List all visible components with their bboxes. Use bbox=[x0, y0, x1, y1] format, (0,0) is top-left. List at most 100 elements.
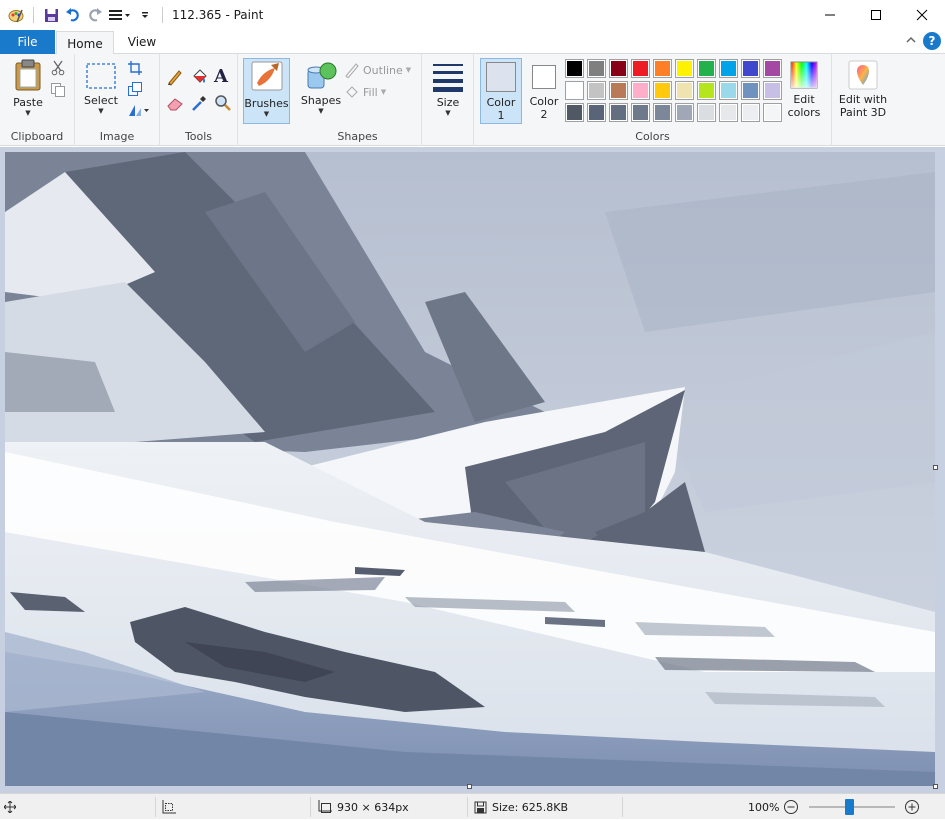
zoom-out-icon bbox=[784, 800, 798, 814]
copy-icon[interactable] bbox=[50, 82, 66, 101]
palette-swatch[interactable] bbox=[763, 103, 782, 122]
palette-swatch[interactable] bbox=[631, 59, 650, 78]
color-spectrum-icon bbox=[790, 61, 818, 89]
size-button[interactable]: Size ▼ bbox=[428, 62, 468, 117]
maximize-button[interactable] bbox=[853, 0, 899, 30]
palette-swatch[interactable] bbox=[609, 81, 628, 100]
help-icon[interactable]: ? bbox=[923, 32, 941, 50]
palette-swatch[interactable] bbox=[565, 103, 584, 122]
crop-icon[interactable] bbox=[127, 60, 143, 79]
palette-swatch[interactable] bbox=[653, 59, 672, 78]
resize-icon[interactable] bbox=[127, 81, 143, 100]
fill-button[interactable]: Fill ▼ bbox=[344, 84, 386, 100]
palette-swatch[interactable] bbox=[697, 59, 716, 78]
palette-swatch-fill bbox=[632, 60, 649, 77]
palette-swatch[interactable] bbox=[565, 81, 584, 100]
zoom-in-button[interactable] bbox=[904, 794, 920, 820]
magnifier-icon[interactable] bbox=[214, 94, 232, 115]
palette-swatch-fill bbox=[742, 82, 759, 99]
palette-swatch-fill bbox=[588, 82, 605, 99]
quick-access-toolbar bbox=[0, 0, 168, 30]
palette-swatch[interactable] bbox=[675, 81, 694, 100]
tab-file[interactable]: File bbox=[0, 30, 55, 54]
status-divider bbox=[310, 797, 311, 817]
tab-view[interactable]: View bbox=[116, 30, 168, 54]
palette-swatch-fill bbox=[566, 82, 583, 99]
color-picker-icon[interactable] bbox=[190, 94, 208, 115]
canvas-area bbox=[0, 147, 945, 793]
customize-icon[interactable] bbox=[107, 5, 133, 25]
palette-swatch[interactable] bbox=[631, 103, 650, 122]
zoom-slider-thumb[interactable] bbox=[845, 799, 854, 815]
brush-icon bbox=[251, 61, 282, 91]
status-divider bbox=[467, 797, 468, 817]
minimize-button[interactable] bbox=[807, 0, 853, 30]
resize-handle-corner[interactable] bbox=[933, 784, 938, 789]
palette-swatch[interactable] bbox=[587, 103, 606, 122]
eraser-icon[interactable] bbox=[166, 94, 184, 115]
window-title: 112.365 - Paint bbox=[172, 8, 264, 22]
select-button[interactable]: Select ▼ bbox=[82, 62, 120, 115]
zoom-slider[interactable] bbox=[809, 794, 895, 820]
tab-home[interactable]: Home bbox=[56, 31, 114, 55]
quick-access-dropdown-icon[interactable] bbox=[135, 5, 155, 25]
palette-swatch[interactable] bbox=[697, 81, 716, 100]
pencil-icon[interactable] bbox=[166, 68, 184, 89]
outline-label: Outline bbox=[363, 63, 403, 77]
chevron-down-icon: ▼ bbox=[25, 109, 31, 117]
text-tool-icon[interactable]: A bbox=[214, 66, 228, 87]
collapse-ribbon-icon[interactable] bbox=[905, 34, 917, 48]
palette-swatch[interactable] bbox=[741, 103, 760, 122]
palette-swatch[interactable] bbox=[675, 103, 694, 122]
undo-icon[interactable] bbox=[63, 5, 83, 25]
paste-label: Paste bbox=[13, 96, 43, 109]
redo-icon[interactable] bbox=[85, 5, 105, 25]
palette-swatch[interactable] bbox=[609, 103, 628, 122]
brushes-button[interactable]: Brushes ▼ bbox=[243, 58, 290, 124]
palette-swatch[interactable] bbox=[719, 59, 738, 78]
paste-button[interactable]: Paste ▼ bbox=[8, 58, 48, 117]
edit-colors-button[interactable]: Edit colors bbox=[782, 60, 826, 119]
palette-swatch[interactable] bbox=[653, 103, 672, 122]
paint-app-icon[interactable] bbox=[6, 5, 26, 25]
drawing-canvas[interactable] bbox=[5, 152, 935, 786]
canvas-size-icon bbox=[318, 800, 332, 813]
resize-handle-bottom[interactable] bbox=[467, 784, 472, 789]
palette-swatch[interactable] bbox=[763, 81, 782, 100]
rotate-icon[interactable] bbox=[127, 102, 151, 121]
selection-size-icon bbox=[162, 794, 176, 820]
palette-swatch[interactable] bbox=[763, 59, 782, 78]
palette-swatch[interactable] bbox=[675, 59, 694, 78]
palette-swatch[interactable] bbox=[719, 81, 738, 100]
chevron-down-icon: ▼ bbox=[380, 88, 387, 96]
close-button[interactable] bbox=[899, 0, 945, 30]
palette-swatch[interactable] bbox=[741, 81, 760, 100]
paint3d-group: Edit with Paint 3D bbox=[832, 54, 894, 146]
save-icon[interactable] bbox=[41, 5, 61, 25]
status-divider bbox=[622, 797, 623, 817]
palette-swatch[interactable] bbox=[631, 81, 650, 100]
color2-button[interactable]: Color 2 bbox=[525, 58, 563, 121]
palette-swatch-fill bbox=[698, 82, 715, 99]
palette-swatch[interactable] bbox=[587, 59, 606, 78]
zoom-out-button[interactable] bbox=[783, 794, 799, 820]
resize-handle-right[interactable] bbox=[933, 465, 938, 470]
fill-bucket-icon[interactable] bbox=[190, 68, 208, 89]
palette-swatch[interactable] bbox=[565, 59, 584, 78]
edit-with-paint3d-button[interactable]: Edit with Paint 3D bbox=[835, 60, 891, 119]
brushes-group: Brushes ▼ bbox=[238, 54, 294, 146]
chevron-down-icon: ▼ bbox=[445, 109, 451, 117]
palette-swatch[interactable] bbox=[697, 103, 716, 122]
palette-swatch[interactable] bbox=[609, 59, 628, 78]
palette-swatch[interactable] bbox=[719, 103, 738, 122]
cursor-position-icon bbox=[4, 794, 16, 820]
paint3d-line1: Edit with bbox=[838, 93, 888, 106]
cut-icon[interactable] bbox=[50, 60, 66, 79]
outline-button[interactable]: Outline ▼ bbox=[344, 62, 411, 78]
palette-swatch[interactable] bbox=[741, 59, 760, 78]
palette-swatch[interactable] bbox=[587, 81, 606, 100]
color1-button[interactable]: Color 1 bbox=[480, 58, 522, 124]
shapes-button[interactable]: Shapes ▼ bbox=[300, 60, 342, 115]
palette-swatch[interactable] bbox=[653, 81, 672, 100]
color1-swatch bbox=[486, 62, 516, 92]
